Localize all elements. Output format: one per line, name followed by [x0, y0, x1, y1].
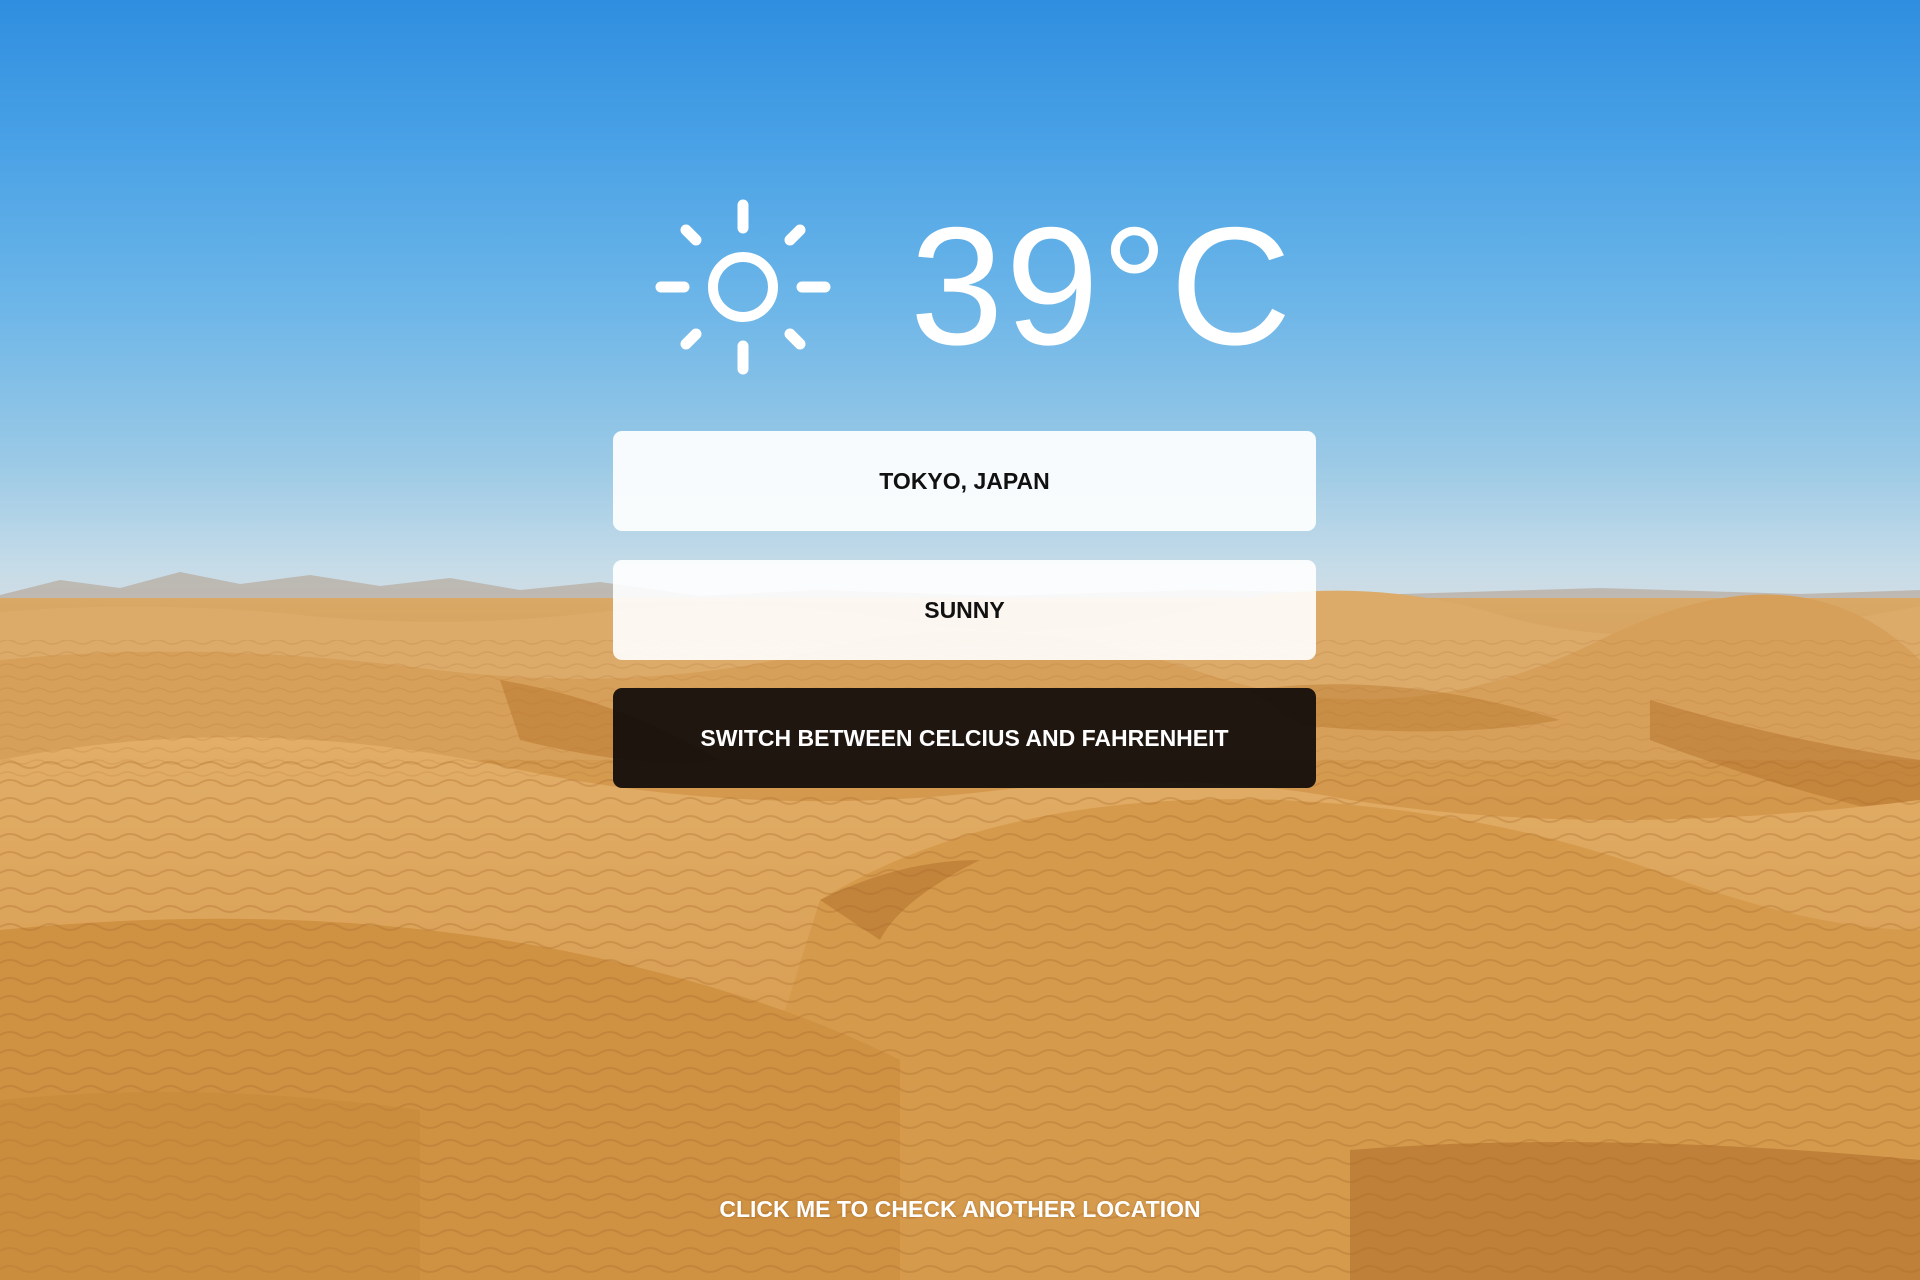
switch-units-button[interactable]: SWITCH BETWEEN CELCIUS AND FAHRENHEIT — [613, 688, 1316, 788]
location-label: TOKYO, JAPAN — [879, 467, 1050, 494]
switch-units-label: SWITCH BETWEEN CELCIUS AND FAHRENHEIT — [700, 724, 1229, 751]
condition-box: SUNNY — [613, 560, 1316, 660]
background-scene: 39°C TOKYO, JAPAN SUNNY SWITCH BETWEEN C… — [0, 0, 1920, 1280]
location-box: TOKYO, JAPAN — [613, 431, 1316, 531]
temperature-display: 39°C — [910, 192, 1294, 380]
check-another-location-link[interactable]: CLICK ME TO CHECK ANOTHER LOCATION — [0, 1196, 1920, 1223]
sun-icon — [654, 198, 832, 376]
condition-label: SUNNY — [924, 596, 1005, 623]
